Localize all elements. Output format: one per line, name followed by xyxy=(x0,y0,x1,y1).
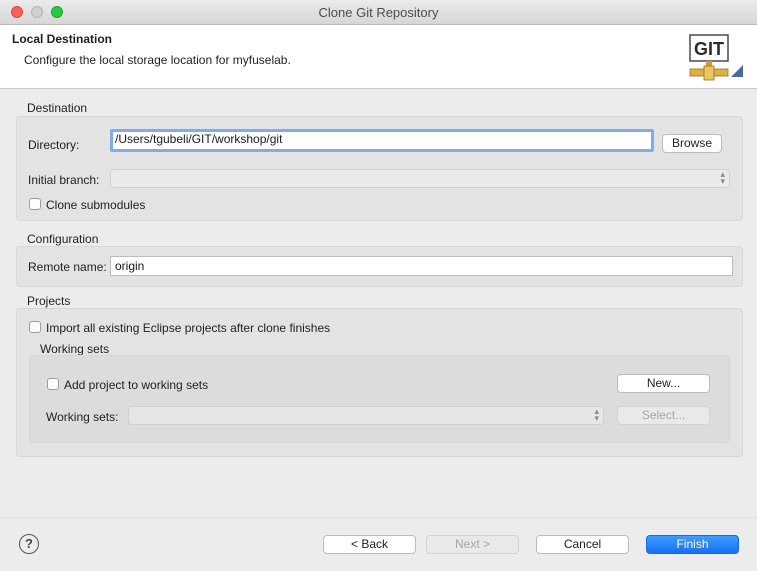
select-working-sets-button[interactable]: Select... xyxy=(617,406,710,425)
cancel-button[interactable]: Cancel xyxy=(536,535,629,554)
finish-button[interactable]: Finish xyxy=(646,535,739,554)
destination-group-label: Destination xyxy=(27,101,88,115)
git-logo-icon: GIT xyxy=(689,34,743,81)
remote-name-input[interactable]: origin xyxy=(110,256,733,276)
directory-input[interactable]: /Users/tgubeli/GIT/workshop/git xyxy=(110,129,654,152)
initial-branch-label: Initial branch: xyxy=(28,173,100,187)
back-button[interactable]: < Back xyxy=(323,535,416,554)
working-sets-label: Working sets: xyxy=(46,410,119,424)
help-icon[interactable]: ? xyxy=(19,534,39,554)
title-bar: Clone Git Repository xyxy=(0,0,757,25)
import-projects-checkbox[interactable] xyxy=(29,321,41,333)
configuration-group-label: Configuration xyxy=(27,232,99,246)
projects-group-label: Projects xyxy=(27,294,71,308)
page-title: Local Destination xyxy=(12,32,113,46)
working-sets-select[interactable]: ▴ ▾ xyxy=(128,406,604,425)
git-logo-text: GIT xyxy=(694,39,724,59)
updown-arrows-icon: ▴ ▾ xyxy=(594,406,599,423)
add-to-working-sets-label: Add project to working sets xyxy=(64,378,209,392)
browse-button[interactable]: Browse xyxy=(662,134,722,153)
add-to-working-sets-checkbox[interactable] xyxy=(47,378,59,390)
next-button[interactable]: Next > xyxy=(426,535,519,554)
new-working-set-button[interactable]: New... xyxy=(617,374,710,393)
remote-name-label: Remote name: xyxy=(28,260,107,274)
page-description: Configure the local storage location for… xyxy=(24,53,291,67)
working-sets-group xyxy=(29,355,730,443)
updown-arrows-icon: ▴ ▾ xyxy=(720,169,725,186)
directory-label: Directory: xyxy=(28,138,80,152)
import-projects-label: Import all existing Eclipse projects aft… xyxy=(46,321,331,335)
initial-branch-select[interactable]: ▴ ▾ xyxy=(110,169,730,188)
wizard-header: Local Destination Configure the local st… xyxy=(0,25,757,89)
clone-submodules-checkbox[interactable] xyxy=(29,198,41,210)
footer-divider xyxy=(0,517,757,518)
window-title: Clone Git Repository xyxy=(318,5,439,20)
working-sets-group-label: Working sets xyxy=(40,342,110,356)
clone-submodules-label: Clone submodules xyxy=(46,198,146,212)
